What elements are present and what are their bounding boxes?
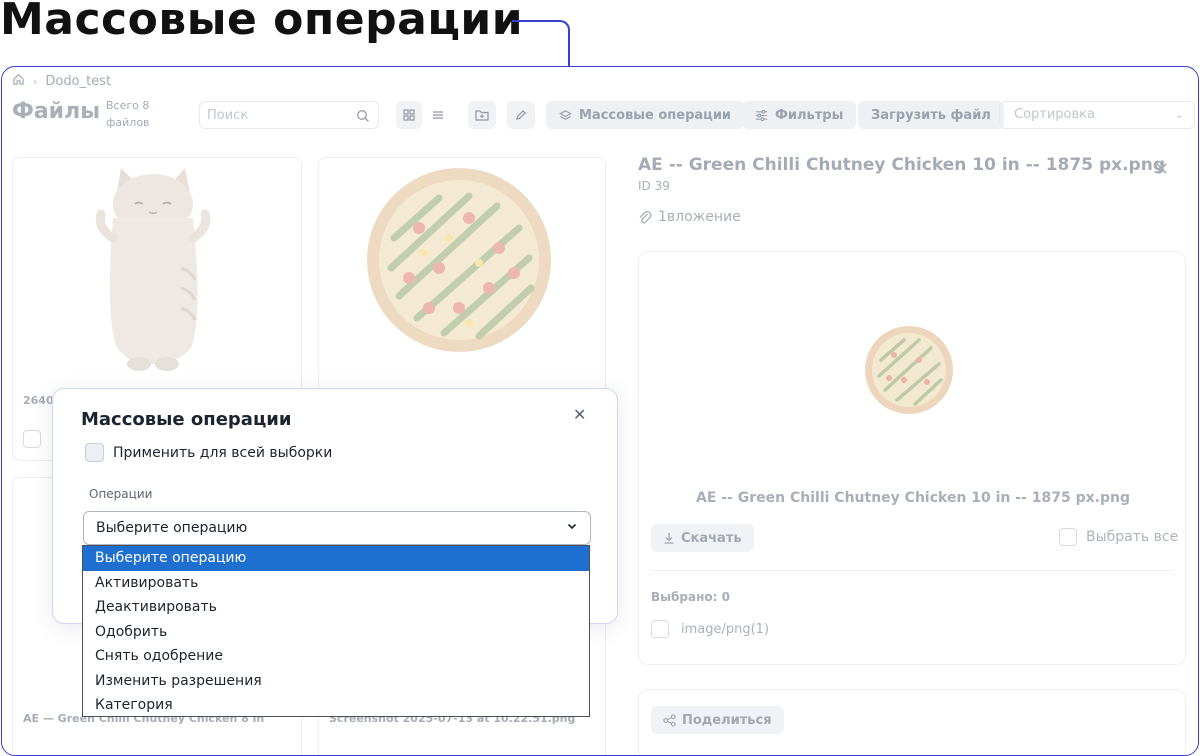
download-icon (664, 533, 674, 544)
option-unapprove[interactable]: Снять одобрение (83, 644, 589, 669)
share-button[interactable]: Поделиться (651, 706, 784, 734)
share-section: Поделиться (638, 689, 1186, 755)
annotation-title: Массовые операции (0, 0, 524, 45)
new-folder-button[interactable] (468, 101, 496, 129)
breadcrumb: › Dodo_test (12, 73, 111, 90)
breadcrumb-folder[interactable]: Dodo_test (45, 74, 111, 89)
checkbox[interactable] (651, 620, 669, 638)
panel-title: AE -- Green Chilli Chutney Chicken 10 in… (638, 155, 1165, 175)
search-box (199, 101, 379, 129)
list-view-button[interactable] (425, 101, 451, 129)
file-id: ID 39 (638, 179, 670, 193)
option-deactivate[interactable]: Деактивировать (83, 595, 589, 620)
apply-all-checkbox[interactable] (85, 443, 104, 462)
chevron-down-icon (566, 520, 578, 536)
file-checkbox[interactable] (23, 430, 41, 448)
apply-all-label: Применить для всей выборки (113, 444, 333, 461)
bulk-operations-button[interactable]: Массовые операции (546, 101, 745, 129)
share-icon (663, 713, 676, 727)
close-icon[interactable]: ✕ (1154, 159, 1169, 180)
option-change-permissions[interactable]: Изменить разрешения (83, 669, 589, 694)
sort-select[interactable]: Сортировка ⌄ (999, 101, 1195, 129)
attachments-count: 1вложение (638, 209, 741, 225)
folder-plus-icon (475, 110, 489, 121)
grid-view-button[interactable] (396, 101, 422, 129)
file-thumbnail (367, 168, 551, 352)
download-button[interactable]: Скачать (651, 524, 754, 552)
file-preview: AE -- Green Chilli Chutney Chicken 10 in… (638, 251, 1186, 665)
search-icon[interactable] (356, 108, 370, 127)
page-title: Файлы (12, 99, 101, 124)
checkbox[interactable] (1059, 528, 1077, 546)
divider (651, 570, 1173, 571)
filters-button[interactable]: Фильтры (742, 101, 857, 129)
chevron-down-icon: ⌄ (1174, 108, 1184, 121)
mime-filter[interactable]: image/png(1) (651, 620, 769, 638)
layers-icon (559, 109, 572, 120)
preview-caption: AE -- Green Chilli Chutney Chicken 10 in… (696, 490, 1130, 506)
operations-label: Операции (89, 487, 153, 501)
operations-select[interactable]: Выберите операцию (83, 511, 591, 545)
edit-button[interactable] (507, 101, 535, 129)
search-input[interactable] (200, 102, 340, 128)
breadcrumb-separator: › (33, 75, 38, 88)
close-icon[interactable]: ✕ (573, 405, 586, 424)
apply-all-option[interactable]: Применить для всей выборки (85, 443, 332, 462)
file-thumbnail (95, 168, 211, 371)
filter-sliders-icon (755, 109, 768, 121)
annotation-connector (512, 20, 570, 68)
upload-file-button[interactable]: Загрузить файл (858, 101, 1004, 129)
list-icon (433, 111, 443, 119)
operations-dropdown: Выберите операцию Активировать Деактивир… (82, 545, 590, 717)
home-icon[interactable] (12, 73, 25, 90)
file-count: Всего 8 файлов (106, 99, 150, 129)
modal-title: Массовые операции (81, 409, 292, 430)
select-all-checkbox[interactable]: Выбрать все (1059, 528, 1178, 546)
paperclip-icon (639, 210, 652, 224)
option-choose-operation[interactable]: Выберите операцию (83, 546, 589, 571)
preview-image (865, 326, 953, 414)
option-category[interactable]: Категория (83, 693, 589, 718)
option-activate[interactable]: Активировать (83, 571, 589, 596)
option-approve[interactable]: Одобрить (83, 620, 589, 645)
grid-icon (403, 109, 415, 121)
pencil-icon (516, 110, 526, 120)
selected-count: Выбрано: 0 (651, 590, 730, 604)
